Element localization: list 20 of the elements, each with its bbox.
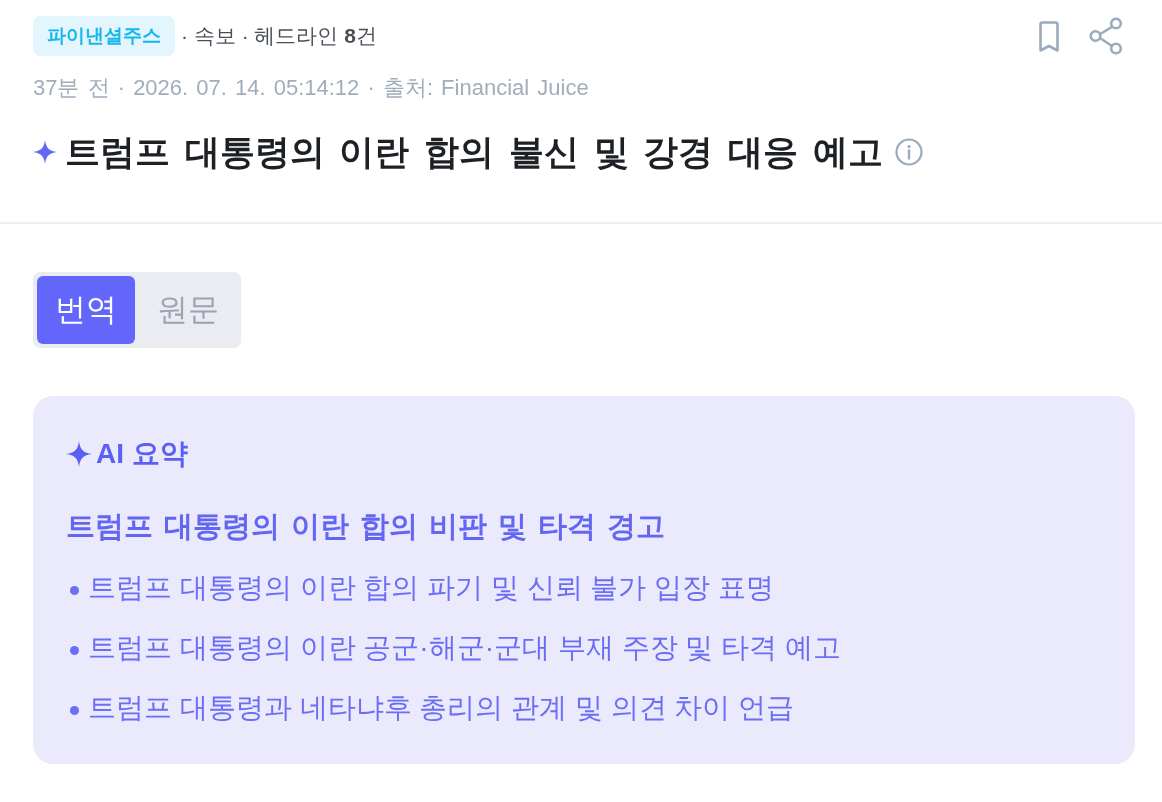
category-text: · 속보 · 헤드라인 8건 bbox=[181, 23, 377, 49]
summary-point: 트럼프 대통령의 이란 합의 파기 및 신뢰 불가 입장 표명 bbox=[88, 571, 774, 605]
bullet-icon bbox=[70, 585, 79, 595]
share-icon bbox=[1089, 17, 1123, 55]
sparkle-icon bbox=[66, 441, 92, 467]
share-button[interactable] bbox=[1089, 17, 1123, 55]
summary-headline: 트럼프 대통령의 이란 합의 비판 및 타격 경고 bbox=[66, 509, 667, 544]
article-title: 트럼프 대통령의 이란 합의 불신 및 강경 대응 예고 bbox=[65, 131, 883, 173]
bookmark-button[interactable] bbox=[1037, 19, 1061, 53]
info-icon[interactable] bbox=[894, 138, 923, 166]
sparkle-icon bbox=[33, 140, 57, 164]
meta-text: 37분 전 · 2026. 07. 14. 05:14:12 · 출처: Financial Juice bbox=[33, 74, 590, 102]
summary-point: 트럼프 대통령과 네타냐후 총리의 관계 및 의견 차이 언급 bbox=[88, 691, 795, 725]
bullet-icon bbox=[70, 645, 79, 655]
bullet-icon bbox=[70, 705, 79, 715]
summary-title: AI 요약 bbox=[96, 437, 188, 471]
summary-point: 트럼프 대통령의 이란 공군·해군·군대 부재 주장 및 타격 예고 bbox=[88, 631, 841, 665]
view-tab[interactable]: 번역 bbox=[37, 276, 135, 344]
source-tag: 파이낸셜주스 bbox=[33, 16, 175, 56]
bookmark-icon bbox=[1037, 19, 1061, 53]
